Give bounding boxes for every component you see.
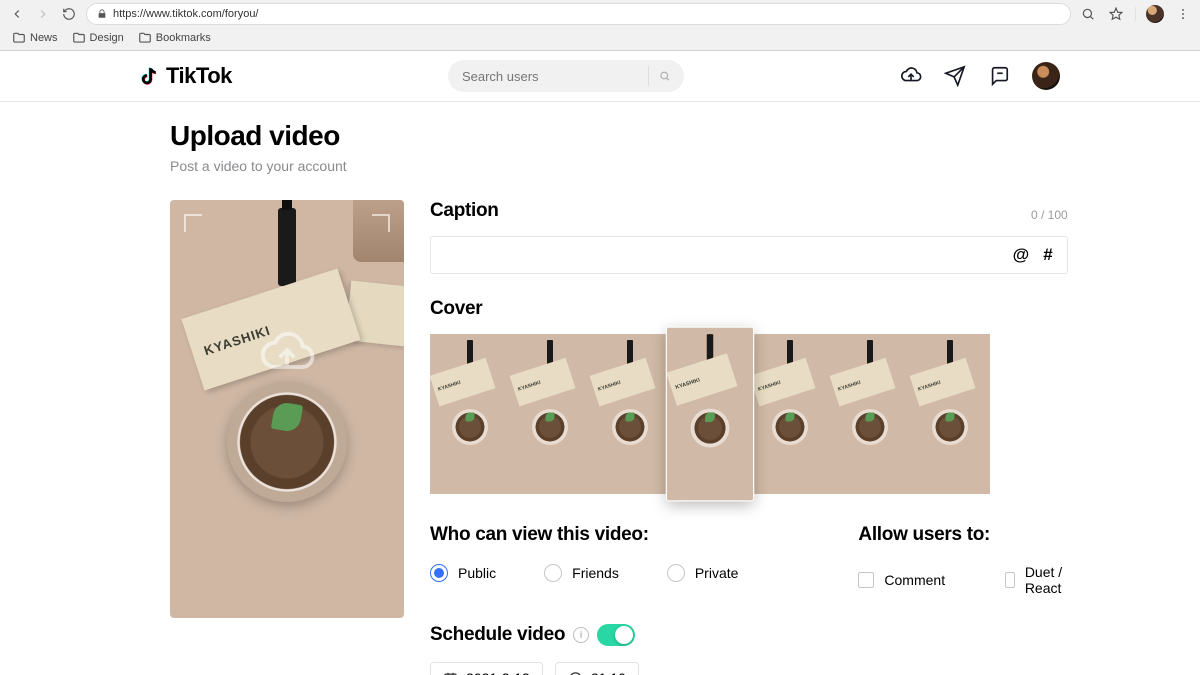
cover-thumb[interactable]: KYASHIKI <box>667 328 753 501</box>
send-icon[interactable] <box>944 65 966 87</box>
caption-counter: 0 / 100 <box>1031 208 1068 222</box>
caption-input-box[interactable]: @ # <box>430 236 1068 274</box>
bookmark-bookmarks[interactable]: Bookmarks <box>138 31 211 45</box>
privacy-title: Who can view this video: <box>430 524 738 546</box>
page-title: Upload video <box>170 120 1200 152</box>
hashtag-button[interactable]: # <box>1043 245 1052 265</box>
kebab-menu-icon[interactable] <box>1174 5 1192 23</box>
forward-button[interactable] <box>34 5 52 23</box>
cover-thumb[interactable]: KYASHIKI <box>590 334 670 494</box>
address-bar[interactable]: https://www.tiktok.com/foryou/ <box>86 3 1071 25</box>
page-subtitle: Post a video to your account <box>170 158 1200 174</box>
privacy-radio-friends[interactable]: Friends <box>544 564 619 582</box>
tiktok-logo[interactable]: TikTok <box>140 63 232 89</box>
inbox-icon[interactable] <box>988 65 1010 87</box>
cover-thumb[interactable]: KYASHIKI <box>430 334 510 494</box>
user-avatar[interactable] <box>1032 62 1060 90</box>
schedule-title: Schedule video <box>430 624 565 646</box>
upload-icon[interactable] <box>900 65 922 87</box>
reload-button[interactable] <box>60 5 78 23</box>
cover-selector[interactable]: KYASHIKIKYASHIKIKYASHIKIKYASHIKIKYASHIKI… <box>430 334 1068 494</box>
cover-thumb[interactable]: KYASHIKI <box>830 334 910 494</box>
separator <box>1135 7 1136 21</box>
upload-cloud-icon <box>258 323 316 386</box>
privacy-radio-public[interactable]: Public <box>430 564 496 582</box>
logo-text: TikTok <box>166 63 232 89</box>
search-icon[interactable] <box>659 67 670 85</box>
schedule-time-chip[interactable]: 21:10 <box>555 662 639 675</box>
url-text: https://www.tiktok.com/foryou/ <box>113 8 259 20</box>
mention-button[interactable]: @ <box>1013 245 1030 265</box>
schedule-date-text: 2021-2-13 <box>466 670 530 675</box>
video-preview[interactable]: KYASHIKI <box>170 200 404 618</box>
privacy-radio-private[interactable]: Private <box>667 564 739 582</box>
schedule-toggle[interactable] <box>597 624 635 646</box>
caption-title: Caption <box>430 200 499 222</box>
schedule-date-chip[interactable]: 2021-2-13 <box>430 662 543 675</box>
browser-chrome: https://www.tiktok.com/foryou/ News Desi… <box>0 0 1200 51</box>
cover-title: Cover <box>430 298 1068 320</box>
search-input[interactable] <box>462 69 638 84</box>
allow-check-comment[interactable]: Comment <box>858 564 945 596</box>
caption-input[interactable] <box>445 247 999 263</box>
info-icon[interactable]: i <box>573 627 589 643</box>
search-bar[interactable] <box>448 60 684 92</box>
allow-title: Allow users to: <box>858 524 1067 546</box>
back-button[interactable] <box>8 5 26 23</box>
app-header: TikTok <box>0 51 1200 102</box>
bookmarks-bar: News Design Bookmarks <box>0 28 1200 50</box>
search-divider <box>648 66 649 86</box>
cover-thumb[interactable]: KYASHIKI <box>750 334 830 494</box>
zoom-icon[interactable] <box>1079 5 1097 23</box>
bookmark-news[interactable]: News <box>12 31 58 45</box>
star-icon[interactable] <box>1107 5 1125 23</box>
crop-corners <box>182 212 392 606</box>
profile-avatar[interactable] <box>1146 5 1164 23</box>
cover-thumb[interactable]: KYASHIKI <box>510 334 590 494</box>
bookmark-design[interactable]: Design <box>72 31 124 45</box>
schedule-time-text: 21:10 <box>591 670 626 675</box>
cover-thumb[interactable]: KYASHIKI <box>910 334 990 494</box>
allow-check-duet-react[interactable]: Duet / React <box>1005 564 1068 596</box>
